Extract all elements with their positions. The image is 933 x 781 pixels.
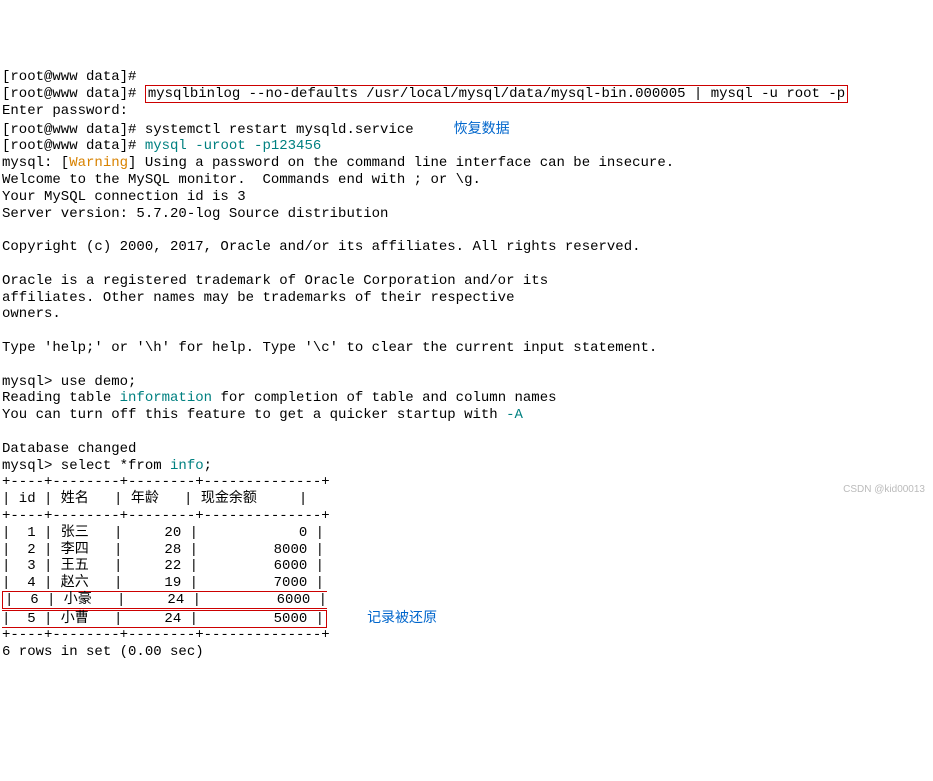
terminal-line: Enter password: bbox=[2, 103, 931, 120]
highlighted-records: | 6 | 小豪 | 24 | 6000 | | 5 | 小曹 | 24 | 5… bbox=[2, 591, 327, 628]
terminal-line: owners. bbox=[2, 306, 931, 323]
table-row-highlighted: | 6 | 小豪 | 24 | 6000 | | 5 | 小曹 | 24 | 5… bbox=[2, 592, 931, 628]
terminal-line: You can turn off this feature to get a q… bbox=[2, 407, 931, 424]
blank-line bbox=[2, 323, 931, 340]
terminal-line: Copyright (c) 2000, 2017, Oracle and/or … bbox=[2, 239, 931, 256]
table-border: +----+--------+--------+--------------+ bbox=[2, 627, 931, 644]
table-row: | 2 | 李四 | 28 | 8000 | bbox=[2, 542, 931, 559]
terminal-line: Your MySQL connection id is 3 bbox=[2, 189, 931, 206]
table-border: +----+--------+--------+--------------+ bbox=[2, 508, 931, 525]
watermark: CSDN @kid00013 bbox=[843, 484, 925, 496]
terminal-line: mysql: [Warning] Using a password on the… bbox=[2, 155, 931, 172]
annotation-records-restored: 记录被还原 bbox=[367, 609, 437, 626]
table-border: +----+--------+--------+--------------+ bbox=[2, 474, 931, 491]
annotation-restore-data: 恢复数据 bbox=[454, 120, 510, 137]
blank-line bbox=[2, 357, 931, 374]
terminal-line: Database changed bbox=[2, 441, 931, 458]
blank-line bbox=[2, 222, 931, 239]
terminal-line: Oracle is a registered trademark of Orac… bbox=[2, 273, 931, 290]
terminal-line: Welcome to the MySQL monitor. Commands e… bbox=[2, 172, 931, 189]
blank-line bbox=[2, 424, 931, 441]
table-row: | 1 | 张三 | 20 | 0 | bbox=[2, 525, 931, 542]
terminal-line: affiliates. Other names may be trademark… bbox=[2, 290, 931, 307]
terminal-line: 6 rows in set (0.00 sec) bbox=[2, 644, 931, 661]
terminal-line: mysql> use demo; bbox=[2, 374, 931, 391]
blank-line bbox=[2, 256, 931, 273]
table-row: | 3 | 王五 | 22 | 6000 | bbox=[2, 558, 931, 575]
terminal-line: Server version: 5.7.20-log Source distri… bbox=[2, 206, 931, 223]
terminal-line: [root@www data]# mysql -uroot -p123456 bbox=[2, 138, 931, 155]
terminal-line: mysql> select *from info; bbox=[2, 458, 931, 475]
terminal-line: [root@www data]# bbox=[2, 69, 931, 86]
terminal-line: [root@www data]# mysqlbinlog --no-defaul… bbox=[2, 86, 931, 103]
highlighted-command: mysqlbinlog --no-defaults /usr/local/mys… bbox=[145, 85, 848, 103]
terminal-line: Type 'help;' or '\h' for help. Type '\c'… bbox=[2, 340, 931, 357]
terminal-line: [root@www data]# systemctl restart mysql… bbox=[2, 120, 931, 139]
terminal-line: Reading table information for completion… bbox=[2, 390, 931, 407]
table-row: | 4 | 赵六 | 19 | 7000 | bbox=[2, 575, 931, 592]
